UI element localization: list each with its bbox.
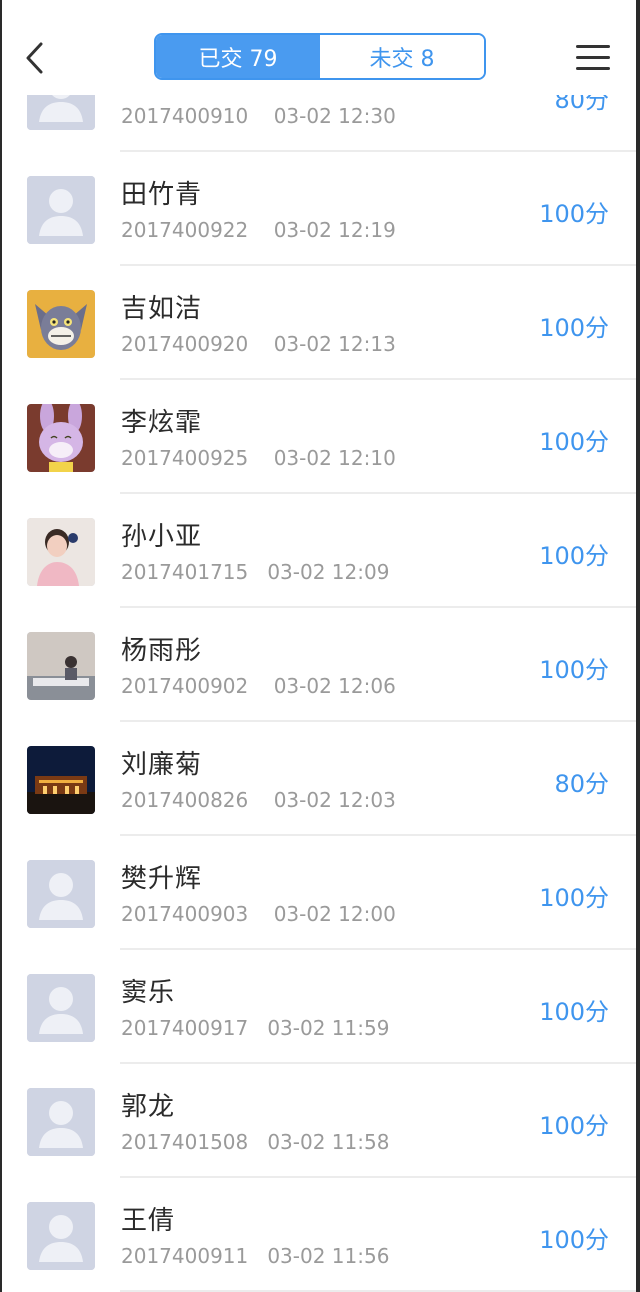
score-label: 100分 <box>539 428 609 456</box>
student-meta: 2017400826 03-02 12:03 <box>121 788 396 812</box>
screen-edge-left <box>0 0 2 1292</box>
student-id: 2017401715 <box>121 560 249 584</box>
student-name: 李炫霏 <box>121 408 203 438</box>
score-label: 100分 <box>539 884 609 912</box>
student-meta: 2017400911 03-02 11:56 <box>121 1244 389 1268</box>
score-label: 100分 <box>539 542 609 570</box>
submit-time: 03-02 12:30 <box>273 104 396 128</box>
cartoon-cat-avatar <box>27 290 95 358</box>
screen-edge-right <box>636 0 640 1292</box>
submission-row[interactable]: 田竹青 2017400922 03-02 12:19 100分 <box>0 152 636 266</box>
student-meta: 2017401508 03-02 11:58 <box>121 1130 389 1154</box>
score-label: 100分 <box>539 998 609 1026</box>
submit-time: 03-02 11:58 <box>267 1130 390 1154</box>
default-avatar <box>27 1088 95 1156</box>
score-label: 100分 <box>539 1112 609 1140</box>
student-id: 2017400910 <box>121 104 249 128</box>
submit-time: 03-02 12:13 <box>273 332 396 356</box>
submit-time: 03-02 12:10 <box>273 446 396 470</box>
score-label: 100分 <box>539 200 609 228</box>
submit-time: 03-02 11:56 <box>267 1244 390 1268</box>
child-photo-avatar <box>27 518 95 586</box>
student-id: 2017400917 <box>121 1016 249 1040</box>
score-label: 100分 <box>539 1226 609 1254</box>
student-meta: 2017400902 03-02 12:06 <box>121 674 396 698</box>
student-id: 2017400925 <box>121 446 249 470</box>
chevron-left-icon <box>26 42 43 74</box>
top-bar: 已交 79 未交 8 <box>0 0 640 95</box>
student-name: 郭龙 <box>121 1092 176 1122</box>
default-avatar <box>27 176 95 244</box>
submit-time: 03-02 12:19 <box>273 218 396 242</box>
submission-row[interactable]: 王倩 2017400911 03-02 11:56 100分 <box>0 1178 636 1292</box>
submit-time: 03-02 11:59 <box>267 1016 390 1040</box>
submit-time: 03-02 12:06 <box>273 674 396 698</box>
student-name: 刘廉菊 <box>121 750 203 780</box>
student-meta: 2017400910 03-02 12:30 <box>121 104 396 128</box>
student-name: 孙小亚 <box>121 522 203 552</box>
submit-time: 03-02 12:09 <box>267 560 390 584</box>
student-name: 田竹青 <box>121 180 203 210</box>
student-id: 2017400903 <box>121 902 249 926</box>
back-button[interactable] <box>22 38 52 78</box>
student-name: 王倩 <box>121 1206 176 1236</box>
student-id: 2017400920 <box>121 332 249 356</box>
submit-time: 03-02 12:00 <box>273 902 396 926</box>
student-id: 2017400911 <box>121 1244 249 1268</box>
night-building-avatar <box>27 746 95 814</box>
default-avatar <box>27 860 95 928</box>
student-id: 2017400902 <box>121 674 249 698</box>
submission-row[interactable]: 刘廉菊 2017400826 03-02 12:03 80分 <box>0 722 636 836</box>
student-meta: 2017401715 03-02 12:09 <box>121 560 389 584</box>
default-avatar <box>27 1202 95 1270</box>
student-meta: 2017400922 03-02 12:19 <box>121 218 396 242</box>
student-id: 2017400826 <box>121 788 249 812</box>
student-meta: 2017400920 03-02 12:13 <box>121 332 396 356</box>
default-avatar <box>27 974 95 1042</box>
submission-row[interactable]: 杨雨彤 2017400902 03-02 12:06 100分 <box>0 608 636 722</box>
student-name: 杨雨彤 <box>121 636 203 666</box>
submission-row[interactable]: 李炫霏 2017400925 03-02 12:10 100分 <box>0 380 636 494</box>
score-label: 100分 <box>539 314 609 342</box>
submit-time: 03-02 12:03 <box>273 788 396 812</box>
student-name: 窦乐 <box>121 978 176 1008</box>
cartoon-rabbit-avatar <box>27 404 95 472</box>
submission-row[interactable]: 窦乐 2017400917 03-02 11:59 100分 <box>0 950 636 1064</box>
student-name: 樊升辉 <box>121 864 203 894</box>
submission-row[interactable]: 郭龙 2017401508 03-02 11:58 100分 <box>0 1064 636 1178</box>
submission-row[interactable]: 吉如洁 2017400920 03-02 12:13 100分 <box>0 266 636 380</box>
score-label: 80分 <box>554 770 609 798</box>
submission-status-toggle: 已交 79 未交 8 <box>154 33 486 80</box>
submission-row[interactable]: 樊升辉 2017400903 03-02 12:00 100分 <box>0 836 636 950</box>
student-meta: 2017400925 03-02 12:10 <box>121 446 396 470</box>
score-label: 100分 <box>539 656 609 684</box>
submission-row[interactable]: 孙小亚 2017401715 03-02 12:09 100分 <box>0 494 636 608</box>
student-id: 2017401508 <box>121 1130 249 1154</box>
student-meta: 2017400903 03-02 12:00 <box>121 902 396 926</box>
tab-not-submitted[interactable]: 未交 8 <box>320 35 484 78</box>
student-name: 吉如洁 <box>121 294 203 324</box>
student-meta: 2017400917 03-02 11:59 <box>121 1016 389 1040</box>
menu-button[interactable] <box>576 45 610 73</box>
student-id: 2017400922 <box>121 218 249 242</box>
hamburger-menu-icon <box>576 45 610 70</box>
tab-submitted[interactable]: 已交 79 <box>156 35 320 78</box>
room-photo-avatar <box>27 632 95 700</box>
